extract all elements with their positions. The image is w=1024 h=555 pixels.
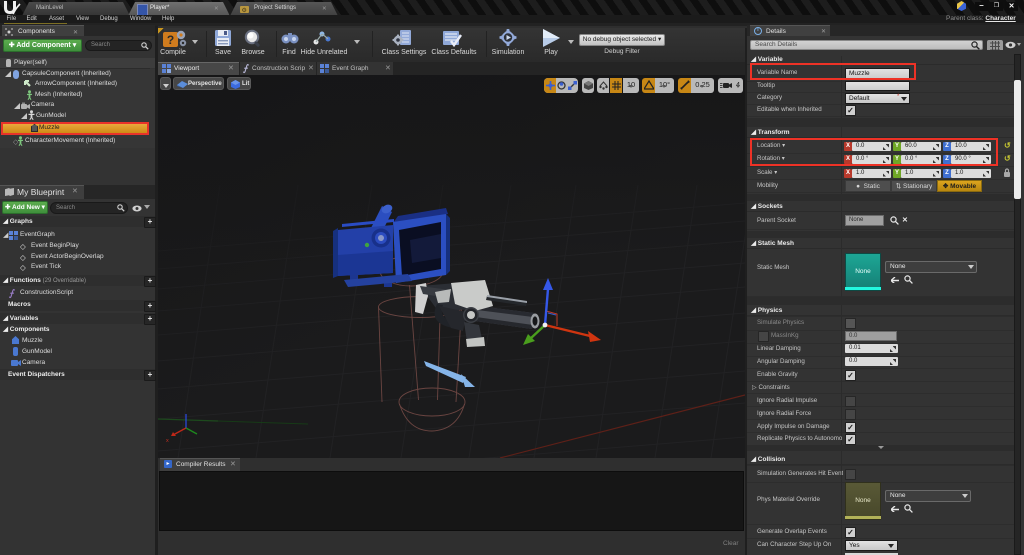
svg-text:?: ?: [167, 33, 174, 47]
svg-text:x: x: [166, 438, 169, 444]
